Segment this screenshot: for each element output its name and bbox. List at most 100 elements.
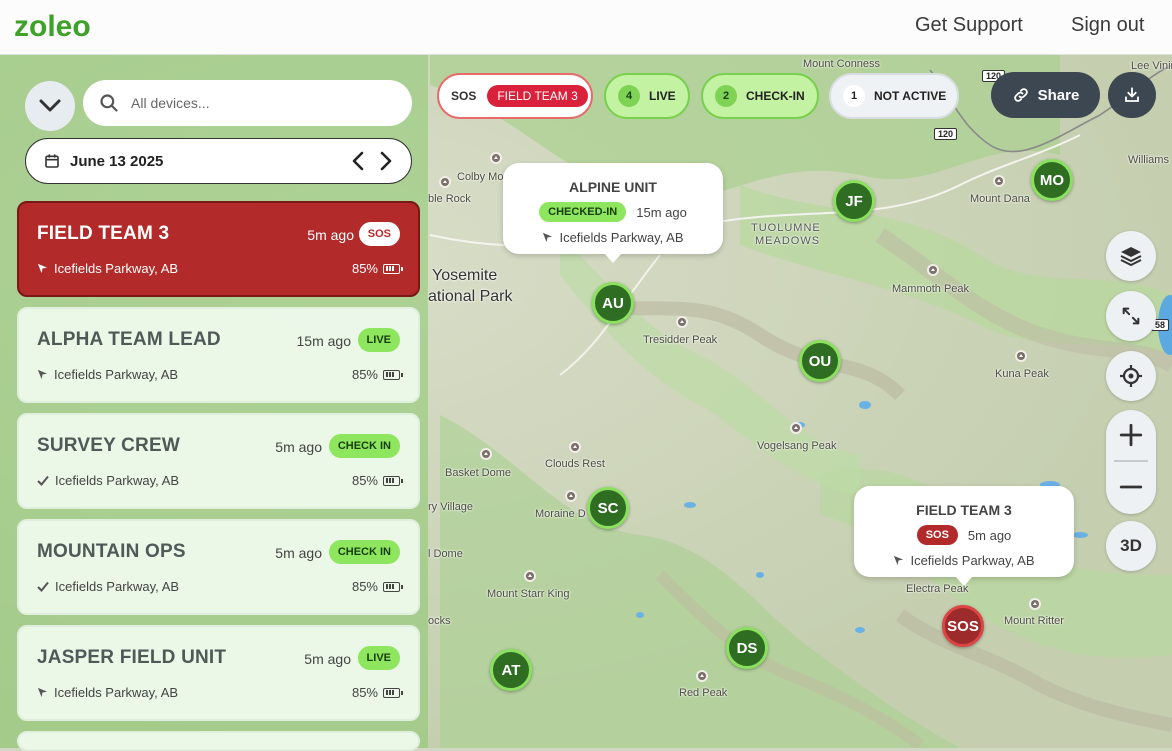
peak-icon	[1029, 598, 1041, 610]
device-card-survey-crew[interactable]: SURVEY CREW 5m ago CHECK IN Icefields Pa…	[17, 413, 420, 509]
map-label: TUOLUMNE	[751, 222, 821, 234]
map-label: ocks	[428, 615, 451, 627]
download-button[interactable]	[1108, 72, 1156, 118]
popup-location-text: Icefields Parkway, AB	[910, 553, 1035, 568]
device-marker-jf[interactable]: JF	[833, 180, 875, 222]
peak-icon	[790, 422, 802, 434]
share-button[interactable]: Share	[991, 72, 1100, 118]
peak-icon	[439, 176, 451, 188]
battery-text: 85%	[351, 367, 378, 382]
last-seen-time: 5m ago	[275, 545, 322, 561]
popup-status-row: CHECKED-IN 15m ago	[503, 202, 723, 222]
peak-icon	[696, 670, 708, 682]
battery-text: 85%	[351, 685, 378, 700]
device-location: Icefields Parkway, AB	[37, 261, 178, 276]
peak-icon	[927, 264, 939, 276]
filter-chip-not-active[interactable]: 1 NOT ACTIVE	[829, 73, 959, 119]
locate-button[interactable]	[1106, 351, 1156, 401]
battery-level: 85%	[351, 579, 403, 594]
sos-device-pill: FIELD TEAM 3	[487, 85, 588, 107]
zoleo-logo[interactable]: zoleo	[14, 10, 109, 44]
collapse-sidebar-button[interactable]	[25, 81, 75, 131]
device-card-partial[interactable]	[17, 731, 420, 751]
expand-icon	[1122, 307, 1140, 325]
peak-icon	[565, 490, 577, 502]
map-label: Kuna Peak	[995, 368, 1049, 380]
device-marker-ou[interactable]: OU	[799, 340, 841, 382]
map-label: l Dome	[428, 548, 463, 560]
chevron-left-icon[interactable]	[351, 151, 365, 171]
device-card-alpha-team-lead[interactable]: ALPHA TEAM LEAD 15m ago LIVE Icefields P…	[17, 307, 420, 403]
check-icon	[37, 475, 49, 486]
popup-status-row: SOS 5m ago	[854, 525, 1074, 545]
peak-icon	[490, 152, 502, 164]
location-text: Icefields Parkway, AB	[55, 473, 180, 488]
chip-count: 2	[715, 85, 737, 107]
device-marker-sc[interactable]: SC	[587, 487, 629, 529]
popup-location-text: Icefields Parkway, AB	[559, 230, 684, 245]
date-picker[interactable]: June 13 2025	[25, 138, 412, 184]
fullscreen-button[interactable]	[1106, 291, 1156, 341]
battery-icon	[383, 263, 403, 274]
device-marker-ds[interactable]: DS	[726, 627, 768, 669]
chevron-right-icon[interactable]	[379, 151, 393, 171]
peak-icon	[524, 570, 536, 582]
device-card-field-team-3[interactable]: FIELD TEAM 3 5m ago SOS Icefields Parkwa…	[17, 201, 420, 297]
map-label: Vogelsang Peak	[757, 440, 837, 452]
last-seen-time: 5m ago	[307, 227, 354, 243]
map-label: Tresidder Peak	[643, 334, 718, 346]
device-location: Icefields Parkway, AB	[37, 685, 178, 700]
device-popup-field-team-3[interactable]: FIELD TEAM 3 SOS 5m ago Icefields Parkwa…	[854, 486, 1074, 586]
search-icon	[100, 94, 118, 112]
battery-text: 85%	[351, 473, 378, 488]
map-label: Yosemite	[432, 267, 498, 284]
minus-icon	[1119, 485, 1143, 489]
filter-chip-check-in[interactable]: 2 CHECK-IN	[701, 73, 819, 119]
layers-button[interactable]	[1106, 231, 1156, 281]
device-marker-at[interactable]: AT	[490, 649, 532, 691]
zoom-out-button[interactable]	[1106, 462, 1156, 512]
calendar-icon	[45, 154, 59, 168]
battery-level: 85%	[352, 261, 403, 276]
location-text: Icefields Parkway, AB	[54, 261, 179, 276]
download-icon	[1125, 87, 1139, 102]
peak-icon	[993, 175, 1005, 187]
peak-icon	[1015, 350, 1027, 362]
device-card-mountain-ops[interactable]: MOUNTAIN OPS 5m ago CHECK IN Icefields P…	[17, 519, 420, 615]
status-badge: LIVE	[357, 328, 400, 352]
device-marker-sos[interactable]: SOS	[942, 605, 984, 647]
filter-chip-live[interactable]: 4 LIVE	[604, 73, 690, 119]
selected-date: June 13 2025	[70, 152, 164, 170]
status-badge: SOS	[916, 525, 958, 545]
device-marker-mo[interactable]: MO	[1031, 159, 1073, 201]
map-label: ry Village	[428, 501, 474, 513]
zoom-in-button[interactable]	[1106, 410, 1156, 460]
3d-toggle-button[interactable]: 3D	[1106, 521, 1156, 571]
map-label: ational Park	[428, 288, 513, 305]
battery-level: 85%	[351, 473, 403, 488]
popup-location: Icefields Parkway, AB	[503, 230, 723, 245]
device-search[interactable]	[83, 80, 412, 126]
chip-label: NOT ACTIVE	[874, 89, 947, 103]
map-label: Clouds Rest	[545, 458, 605, 470]
map-label: Mount Conness	[803, 58, 881, 70]
filter-chip-sos[interactable]: SOS FIELD TEAM 3	[437, 73, 593, 119]
sign-out-link[interactable]: Sign out	[1071, 14, 1144, 37]
layers-icon	[1120, 247, 1142, 267]
status-badge: CHECKED-IN	[539, 202, 627, 222]
battery-level: 85%	[351, 367, 403, 382]
map-label: Red Peak	[679, 687, 728, 699]
get-support-link[interactable]: Get Support	[915, 14, 1023, 37]
device-popup-alpine-unit[interactable]: ALPINE UNIT CHECKED-IN 15m ago Icefields…	[503, 163, 723, 263]
device-marker-au[interactable]: AU	[592, 282, 634, 324]
search-input[interactable]	[129, 94, 379, 112]
device-name: FIELD TEAM 3	[37, 223, 170, 244]
chip-count: 4	[618, 85, 640, 107]
device-card-jasper-field-unit[interactable]: JASPER FIELD UNIT 5m ago LIVE Icefields …	[17, 625, 420, 721]
location-text: Icefields Parkway, AB	[54, 367, 179, 382]
device-location: Icefields Parkway, AB	[37, 473, 179, 488]
battery-icon	[383, 369, 403, 380]
last-seen-time: 5m ago	[275, 439, 322, 455]
battery-text: 85%	[351, 579, 378, 594]
highway-shield: 120	[934, 128, 958, 140]
